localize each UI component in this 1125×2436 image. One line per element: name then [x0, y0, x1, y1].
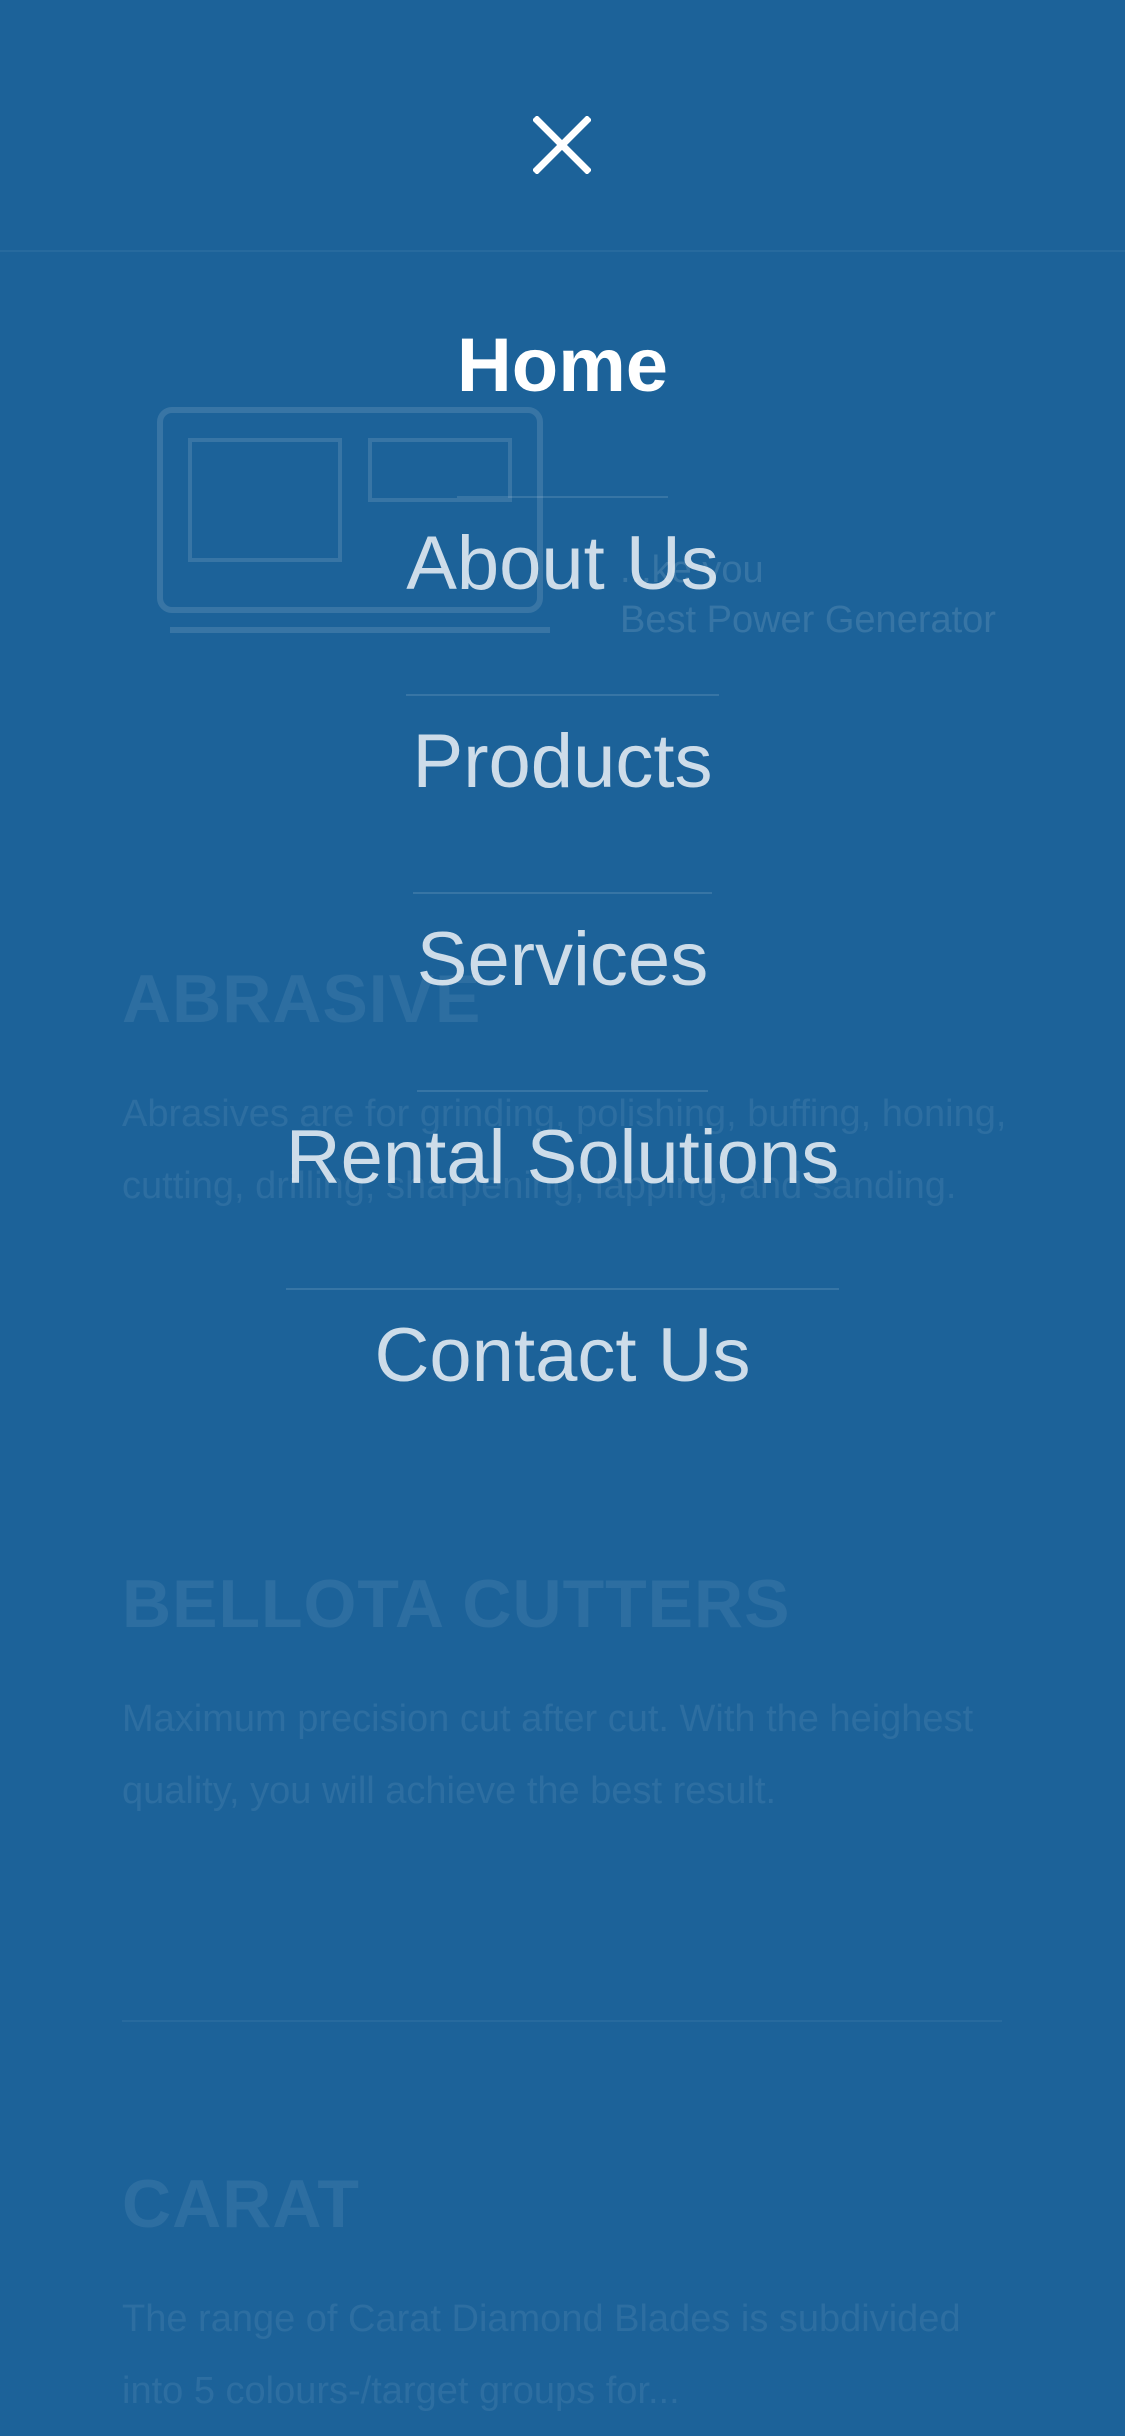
section-text: The range of Carat Diamond Blades is sub… — [122, 2298, 961, 2412]
close-icon — [533, 116, 591, 174]
main-navigation: Home About Us Products Services Rental S… — [0, 300, 1125, 1488]
nav-item-products[interactable]: Products — [412, 696, 713, 894]
menu-overlay-page: ...ke you Best Power Generator ABRASIVE … — [0, 0, 1125, 2436]
nav-item-services[interactable]: Services — [416, 894, 709, 1092]
section-title: CARAT — [122, 2166, 360, 2242]
section-bellota-cutters: BELLOTA CUTTERS Maximum precision cut af… — [122, 1565, 1022, 1827]
section-divider — [122, 2020, 1002, 2022]
close-menu-button[interactable] — [517, 100, 607, 190]
nav-item-rental-solutions[interactable]: Rental Solutions — [285, 1092, 840, 1290]
nav-item-contact-us[interactable]: Contact Us — [375, 1290, 751, 1488]
section-carat: CARAT The range of Carat Diamond Blades … — [122, 2165, 1022, 2427]
section-title: BELLOTA CUTTERS — [122, 1566, 791, 1642]
nav-item-home[interactable]: Home — [456, 300, 669, 498]
section-text: Maximum precision cut after cut. With th… — [122, 1698, 974, 1812]
menu-header — [0, 0, 1125, 252]
nav-item-about-us[interactable]: About Us — [406, 498, 719, 696]
